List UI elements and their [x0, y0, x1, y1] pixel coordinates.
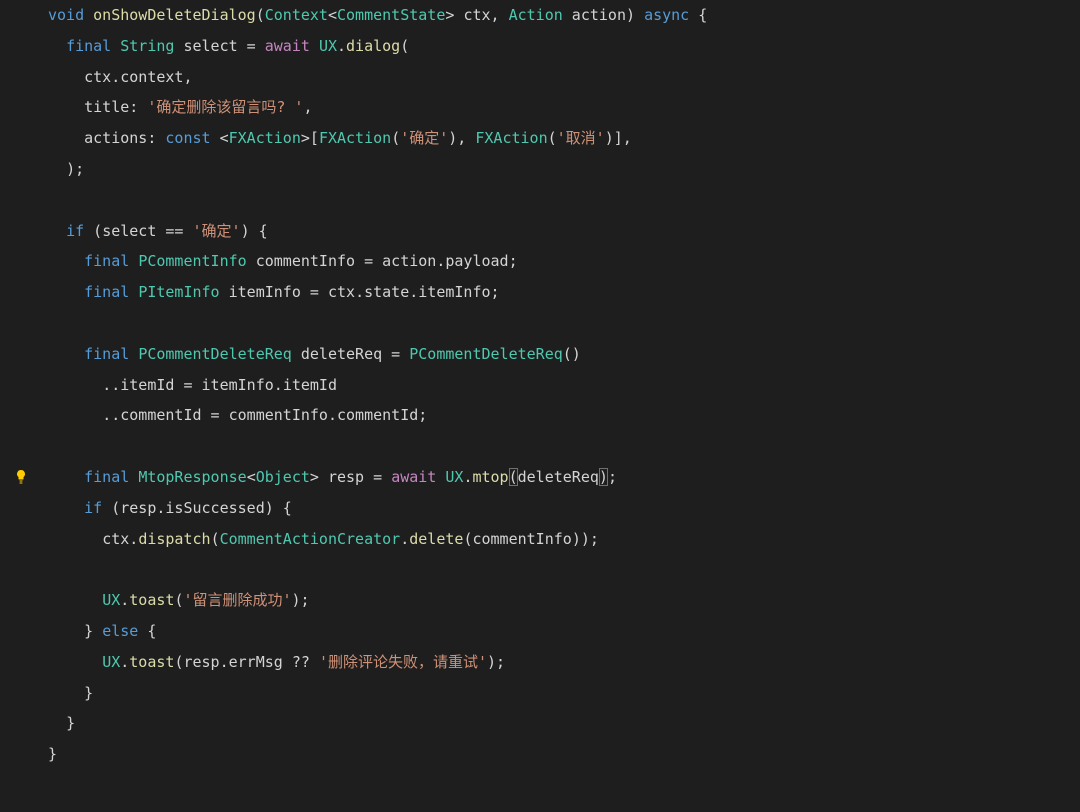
code-line[interactable] [34, 308, 1080, 339]
lightbulb-icon[interactable] [12, 468, 30, 486]
code-line[interactable]: ..itemId = itemInfo.itemId [34, 370, 1080, 401]
code-line[interactable]: UX.toast(resp.errMsg ?? '删除评论失败，请重试'); [34, 647, 1080, 678]
code-line[interactable]: UX.toast('留言删除成功'); [34, 585, 1080, 616]
keyword-async: async [644, 6, 689, 24]
type-commentstate: CommentState [337, 6, 445, 24]
code-line[interactable]: ); [34, 154, 1080, 185]
code-line[interactable]: } [34, 708, 1080, 739]
code-line[interactable]: if (resp.isSuccessed) { [34, 493, 1080, 524]
code-line[interactable]: ..commentId = commentInfo.commentId; [34, 400, 1080, 431]
code-editor[interactable]: void onShowDeleteDialog(Context<CommentS… [34, 0, 1080, 770]
keyword-await: await [265, 37, 310, 55]
code-line[interactable]: ctx.context, [34, 62, 1080, 93]
matching-paren-open: ( [509, 468, 518, 486]
code-line[interactable] [34, 185, 1080, 216]
code-line[interactable] [34, 431, 1080, 462]
type-action: Action [509, 6, 563, 24]
keyword-void: void [48, 6, 84, 24]
code-line[interactable]: actions: const <FXAction>[FXAction('确定')… [34, 123, 1080, 154]
type-context: Context [265, 6, 328, 24]
matching-paren-close: ) [599, 468, 608, 486]
code-line[interactable]: final MtopResponse<Object> resp = await … [34, 462, 1080, 493]
code-line[interactable]: } else { [34, 616, 1080, 647]
code-line[interactable]: final PItemInfo itemInfo = ctx.state.ite… [34, 277, 1080, 308]
code-line[interactable]: final String select = await UX.dialog( [34, 31, 1080, 62]
code-line[interactable]: ctx.dispatch(CommentActionCreator.delete… [34, 524, 1080, 555]
code-line[interactable]: if (select == '确定') { [34, 216, 1080, 247]
code-line[interactable]: title: '确定删除该留言吗? ', [34, 92, 1080, 123]
string-literal: '确定删除该留言吗? ' [147, 98, 303, 116]
code-line[interactable]: final PCommentInfo commentInfo = action.… [34, 246, 1080, 277]
code-line[interactable]: } [34, 739, 1080, 770]
code-line[interactable]: } [34, 678, 1080, 709]
function-name: onShowDeleteDialog [93, 6, 256, 24]
code-line[interactable]: final PCommentDeleteReq deleteReq = PCom… [34, 339, 1080, 370]
code-line[interactable] [34, 554, 1080, 585]
code-line[interactable]: void onShowDeleteDialog(Context<CommentS… [34, 0, 1080, 31]
